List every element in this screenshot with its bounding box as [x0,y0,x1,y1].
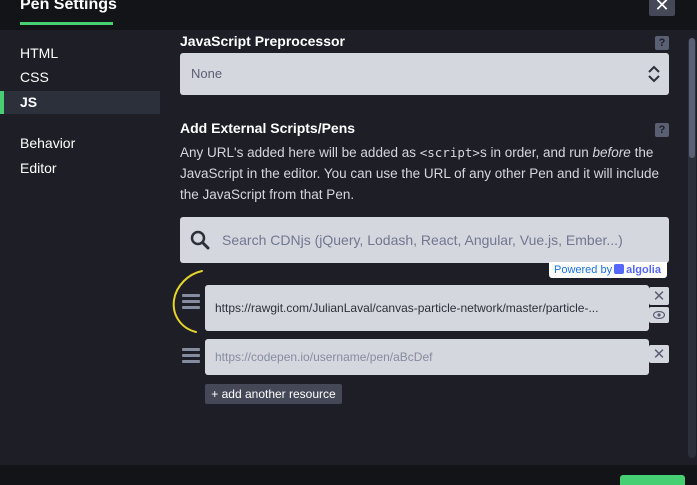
remove-resource-button[interactable]: ✕ [649,287,669,305]
scrollbar[interactable] [688,38,696,458]
save-close-button[interactable] [620,475,685,485]
search-icon [190,230,210,250]
scrollbar-thumb[interactable] [689,38,695,158]
algolia-icon [614,264,625,274]
help-icon[interactable]: ? [655,36,669,50]
remove-icon: ✕ [652,346,666,363]
external-resource-field[interactable]: https://rawgit.com/JulianLaval/canvas-pa… [205,285,649,331]
sidebar-item-behavior[interactable]: Behavior [0,132,160,155]
settings-sidebar: HTML CSS JS Behavior Editor [0,30,162,465]
remove-icon: ✕ [652,288,666,305]
cdnjs-search[interactable] [180,217,669,263]
close-button[interactable]: ✕ [649,0,675,16]
close-icon: ✕ [654,0,670,15]
modal-footer [0,465,697,485]
drag-handle-icon[interactable] [182,348,200,364]
external-scripts-title: Add External Scripts/Pens [180,120,356,136]
external-scripts-description: Any URL's added here will be added as <s… [180,145,660,202]
settings-main-panel: JavaScript Preprocessor ? None Add Exter… [162,30,697,465]
add-resource-button[interactable]: + add another resource [205,384,342,404]
help-icon[interactable]: ? [655,123,669,137]
modal-title: Pen Settings [20,0,117,13]
select-arrows-icon [648,65,660,83]
sidebar-item-css[interactable]: CSS [0,66,160,89]
sidebar-item-editor[interactable]: Editor [0,157,160,180]
eye-icon [653,311,665,319]
annotation-mark [172,270,203,333]
preprocessor-title: JavaScript Preprocessor [180,33,345,49]
modal-header: Pen Settings ✕ [0,0,697,30]
title-underline [20,22,113,25]
remove-resource-button[interactable]: ✕ [649,345,669,363]
cdnjs-search-input[interactable] [222,217,662,263]
powered-by-algolia[interactable]: Powered by algolia [549,262,667,278]
preprocessor-selected-value: None [191,66,223,81]
preprocessor-select[interactable]: None [180,53,669,95]
external-resource-field-empty[interactable]: https://codepen.io/username/pen/aBcDef [205,339,649,375]
sidebar-item-js[interactable]: JS [0,91,160,114]
eye-toggle-button[interactable] [649,307,669,323]
sidebar-item-html[interactable]: HTML [0,42,160,65]
